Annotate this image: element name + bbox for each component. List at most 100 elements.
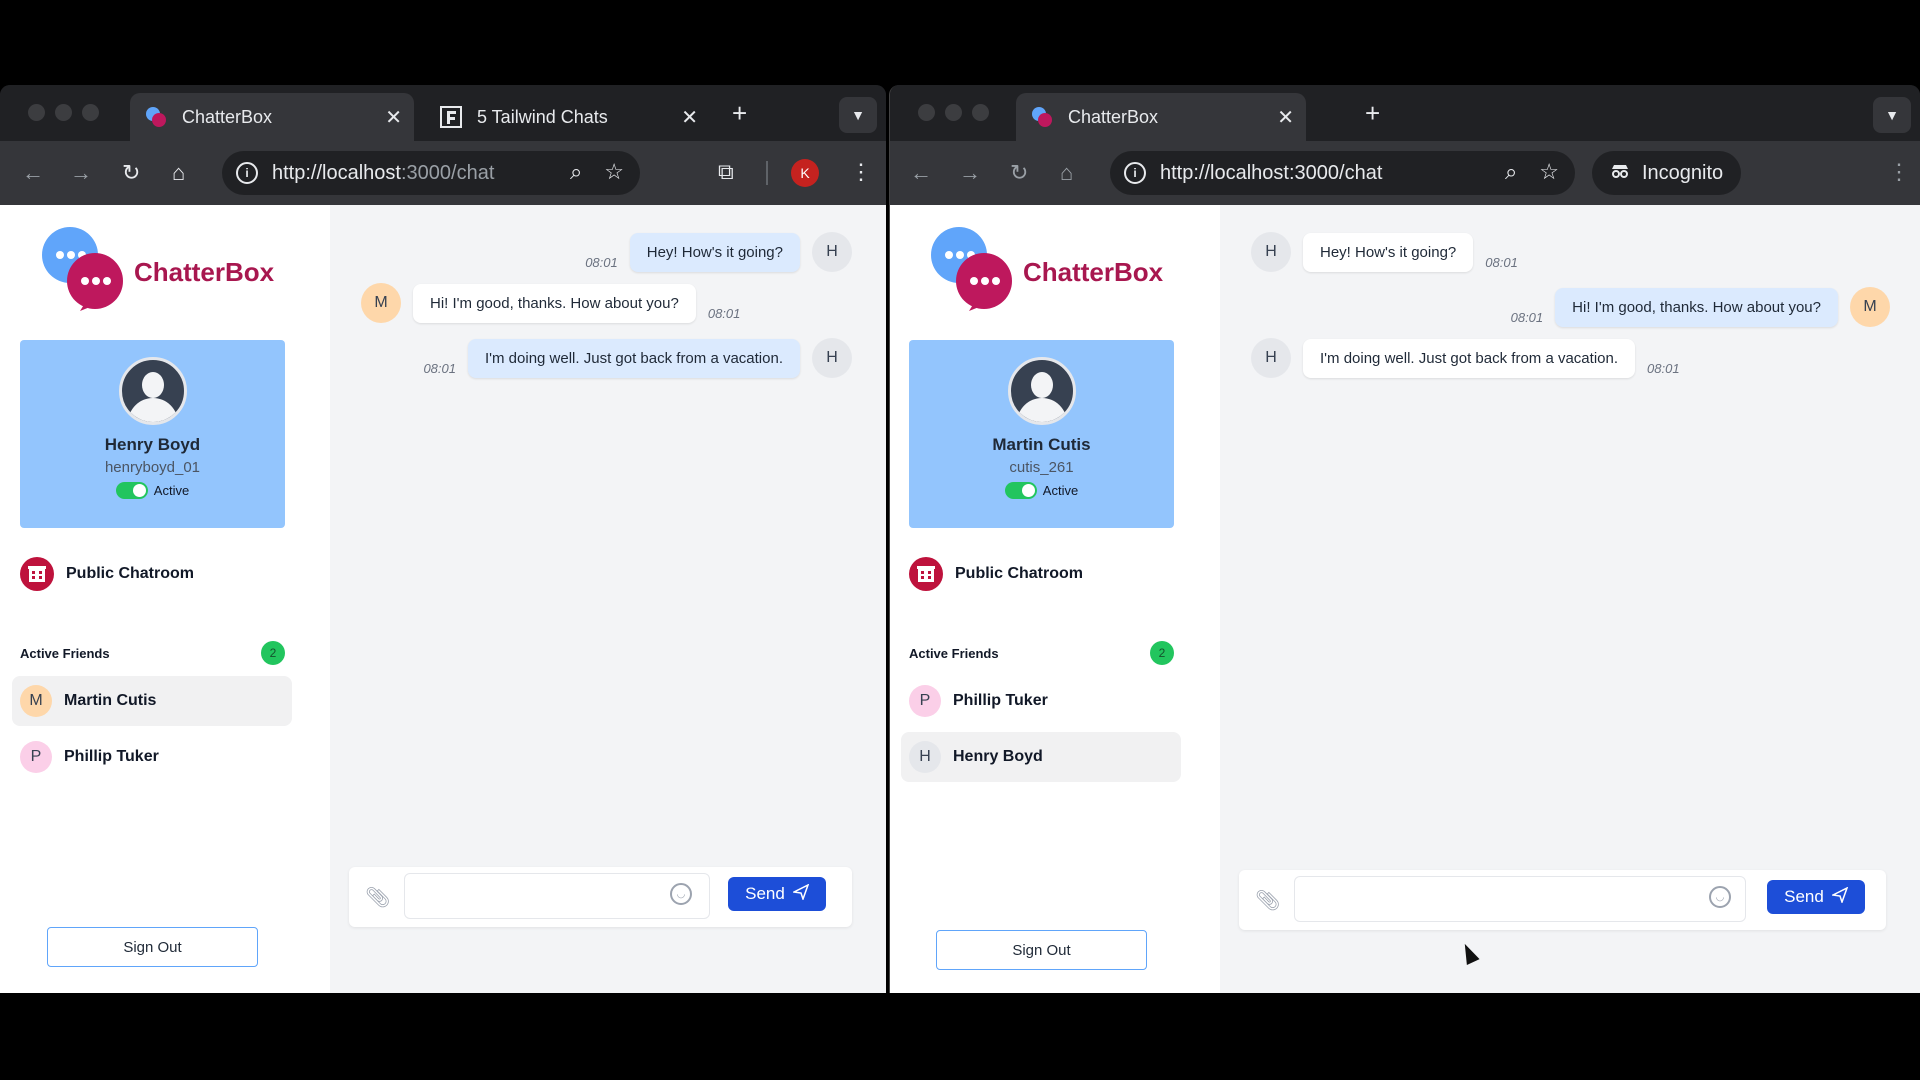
paperclip-icon[interactable]: 📎︎	[365, 885, 390, 910]
send-button[interactable]: Send	[728, 877, 826, 911]
minimize-window-button[interactable]	[55, 104, 72, 121]
friend-item-phillip-tuker[interactable]: P Phillip Tuker	[12, 732, 292, 782]
status-label: Active	[1042, 483, 1079, 498]
active-toggle[interactable]	[1004, 482, 1037, 499]
message-input[interactable]	[404, 873, 710, 919]
active-friends-title: Active Friends	[909, 645, 999, 661]
public-chatroom-link[interactable]: Public Chatroom	[909, 557, 1083, 591]
forward-button[interactable]: →	[70, 161, 92, 185]
message-time: 08:01	[707, 306, 741, 321]
message-bubble: Hi! I'm good, thanks. How about you?	[413, 283, 696, 323]
maximize-window-button[interactable]	[82, 104, 99, 121]
incognito-label: Incognito	[1642, 161, 1724, 184]
public-chatroom-link[interactable]: Public Chatroom	[20, 557, 194, 591]
message-row: 08:01 I'm doing well. Just got back from…	[423, 338, 852, 378]
forward-button[interactable]: →	[959, 161, 981, 185]
smiley-icon[interactable]: ◡	[1709, 886, 1731, 908]
chat-panel: 08:01 Hey! How's it going? H M Hi! I'm g…	[333, 215, 886, 993]
brand-name: ChatterBox	[134, 257, 275, 287]
maximize-window-button[interactable]	[972, 104, 989, 121]
kebab-menu-icon[interactable]: ⋮	[1888, 159, 1910, 185]
extensions-icon[interactable]: ⧉	[718, 159, 734, 185]
page-content: ChatterBox Martin Cutis cutis_261 Active…	[890, 205, 1920, 993]
home-button[interactable]: ⌂	[172, 161, 185, 185]
home-button[interactable]: ⌂	[1060, 161, 1073, 185]
sign-out-button[interactable]: Sign Out	[936, 930, 1147, 970]
paperclip-icon[interactable]: 📎︎	[1255, 888, 1280, 913]
new-tab-button[interactable]: +	[1365, 100, 1380, 126]
send-button[interactable]: Send	[1767, 880, 1865, 914]
url-path: :3000/chat	[400, 161, 495, 184]
user-handle: henryboyd_01	[104, 459, 201, 476]
chat-panel: H Hey! How's it going? 08:01 08:01 Hi! I…	[1223, 215, 1920, 993]
user-avatar-icon	[1007, 357, 1076, 425]
message-bubble: Hey! How's it going?	[629, 232, 800, 272]
sign-out-button[interactable]: Sign Out	[47, 927, 258, 967]
zoom-icon[interactable]: ⌕	[1505, 159, 1517, 185]
reload-button[interactable]: ↻	[1010, 161, 1028, 185]
tab-label: ChatterBox	[182, 106, 273, 127]
friend-name: Henry Boyd	[953, 748, 1043, 765]
back-button[interactable]: ←	[910, 161, 932, 185]
active-toggle[interactable]	[115, 482, 148, 499]
tab-strip: ChatterBox ✕ 5 Tailwind Chats ✕ + ▼	[0, 85, 886, 141]
tab-chatterbox[interactable]: ChatterBox ✕	[1016, 93, 1306, 141]
profile-card: Martin Cutis cutis_261 Active	[909, 340, 1174, 528]
zoom-icon[interactable]: ⌕	[570, 159, 582, 185]
tab-strip: ChatterBox ✕ + ▼	[890, 85, 1920, 141]
chevron-down-icon: ▼	[851, 107, 865, 123]
friend-item-martin-cutis[interactable]: M Martin Cutis	[12, 676, 292, 726]
building-icon	[909, 557, 943, 591]
active-friends-header: Active Friends 2	[20, 641, 285, 665]
page-content: ChatterBox Henry Boyd henryboyd_01 Activ…	[0, 205, 886, 993]
toolbar-divider	[766, 161, 768, 185]
avatar: H	[812, 338, 852, 378]
incognito-icon	[1610, 161, 1630, 185]
message-time: 08:01	[1485, 255, 1518, 270]
close-icon[interactable]: ✕	[385, 105, 402, 130]
user-name: Martin Cutis	[992, 435, 1091, 454]
friend-item-phillip-tuker[interactable]: P Phillip Tuker	[901, 676, 1181, 726]
close-icon[interactable]: ✕	[1277, 105, 1294, 130]
reload-button[interactable]: ↻	[122, 161, 140, 185]
incognito-badge[interactable]: Incognito	[1592, 151, 1742, 195]
status-row: Active	[20, 482, 285, 499]
active-friends-header: Active Friends 2	[909, 641, 1174, 665]
message-input[interactable]	[1294, 876, 1746, 922]
tab-search-button[interactable]: ▼	[1873, 97, 1911, 133]
address-bar[interactable]: i http://localhost:3000/chat ⌕ ☆	[1110, 151, 1575, 195]
friend-name: Phillip Tuker	[953, 692, 1048, 709]
chatterbox-logo	[929, 225, 1015, 311]
friend-item-henry-boyd[interactable]: H Henry Boyd	[901, 732, 1181, 782]
kebab-menu-icon[interactable]: ⋮	[850, 159, 872, 185]
friend-name: Phillip Tuker	[64, 748, 159, 765]
tab-chatterbox[interactable]: ChatterBox ✕	[130, 93, 414, 141]
message-row: M Hi! I'm good, thanks. How about you? 0…	[361, 283, 740, 323]
active-friends-title: Active Friends	[20, 645, 110, 661]
user-handle: cutis_261	[1009, 459, 1074, 476]
user-avatar-icon	[118, 357, 187, 425]
tab-tailwind-chats[interactable]: 5 Tailwind Chats ✕	[425, 93, 710, 141]
paper-plane-icon	[1830, 885, 1849, 908]
friend-name: Martin Cutis	[64, 692, 157, 709]
address-bar[interactable]: i http://localhost:3000/chat ⌕ ☆	[222, 151, 640, 195]
close-window-button[interactable]	[28, 104, 45, 121]
avatar: P	[20, 741, 52, 773]
building-icon	[20, 557, 54, 591]
star-icon[interactable]: ☆	[604, 159, 624, 185]
info-icon: i	[1124, 162, 1146, 184]
sidebar: ChatterBox Henry Boyd henryboyd_01 Activ…	[0, 205, 330, 993]
tab-search-button[interactable]: ▼	[839, 97, 877, 133]
new-tab-button[interactable]: +	[732, 100, 747, 126]
avatar: H	[812, 232, 852, 272]
browser-window-left: ChatterBox ✕ 5 Tailwind Chats ✕ + ▼ ← → …	[0, 85, 886, 993]
back-button[interactable]: ←	[22, 161, 44, 185]
minimize-window-button[interactable]	[945, 104, 962, 121]
close-icon[interactable]: ✕	[681, 105, 698, 130]
smiley-icon[interactable]: ◡	[670, 883, 692, 905]
send-label: Send	[1784, 887, 1824, 906]
message-composer: 📎︎ ◡ Send	[1239, 870, 1886, 930]
close-window-button[interactable]	[918, 104, 935, 121]
star-icon[interactable]: ☆	[1539, 159, 1559, 185]
profile-avatar[interactable]: K	[791, 159, 819, 187]
